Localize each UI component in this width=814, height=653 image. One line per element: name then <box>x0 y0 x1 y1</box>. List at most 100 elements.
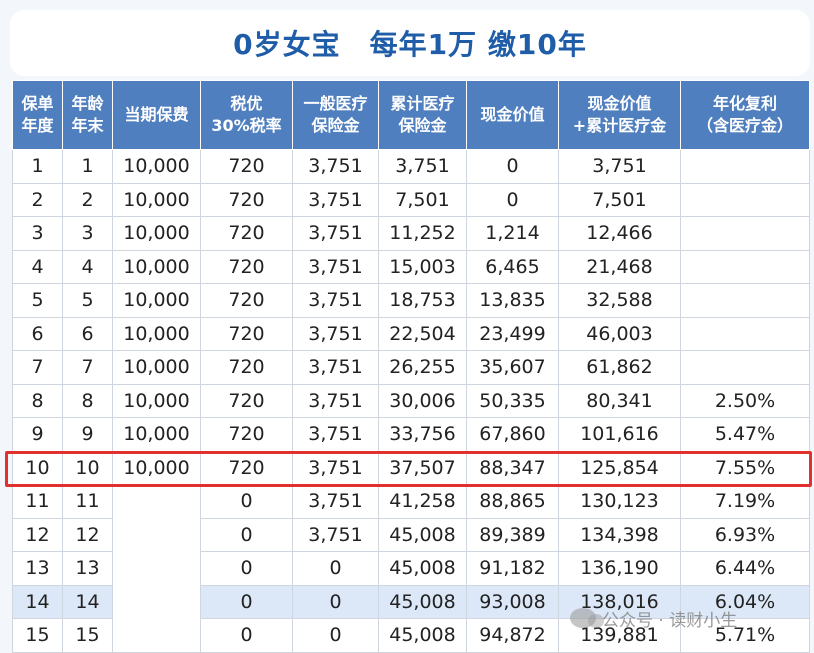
table-cell <box>680 149 810 184</box>
table-cell: 720 <box>200 383 293 418</box>
table-cell: 1 <box>62 149 113 184</box>
table-cell: 4 <box>62 249 113 284</box>
table-row: 11 11 0 3,751 41,258 88,865 130,123 7.19% <box>12 484 810 653</box>
table-cell: 2.50% <box>680 383 810 418</box>
table-cell: 18,753 <box>378 283 467 318</box>
table-cell: 45,008 <box>378 517 467 552</box>
table-cell: 5.47% <box>680 417 810 452</box>
table-cell: 720 <box>200 283 293 318</box>
table-cell: 3,751 <box>292 249 379 284</box>
table-cell: 8 <box>62 383 113 418</box>
table-cell: 30,006 <box>378 383 467 418</box>
table-cell: 3,751 <box>292 450 379 485</box>
header-premium: 当期保费 <box>112 80 201 150</box>
watermark-text: 公众号 · 读财小生 <box>602 610 738 631</box>
table-cell <box>680 283 810 318</box>
table-cell <box>680 249 810 284</box>
table-cell: 5 <box>12 283 63 318</box>
table-cell: 45,008 <box>378 584 467 619</box>
table-cell: 6 <box>12 316 63 351</box>
table-cell: 10,000 <box>112 216 201 251</box>
table-cell: 2 <box>62 182 113 217</box>
table-cell <box>680 316 810 351</box>
table-cell: 0 <box>200 484 293 519</box>
table-cell: 11 <box>12 484 63 519</box>
table-row: 5 5 10,000 720 3,751 18,753 13,835 32,588 <box>12 283 810 318</box>
table-cell: 720 <box>200 249 293 284</box>
table-cell: 10,000 <box>112 350 201 385</box>
table-cell: 3 <box>12 216 63 251</box>
table-cell: 91,182 <box>466 551 559 586</box>
table-cell: 4 <box>12 249 63 284</box>
table-cell: 94,872 <box>466 618 559 653</box>
table-cell: 33,756 <box>378 417 467 452</box>
table-cell: 14 <box>62 584 113 619</box>
table-cell: 15 <box>62 618 113 653</box>
table-cell: 720 <box>200 216 293 251</box>
header-cash-plus-medical: 现金价值 +累计医疗金 <box>558 80 681 150</box>
table-cell: 101,616 <box>558 417 681 452</box>
table-cell: 720 <box>200 182 293 217</box>
header-medical-benefit: 一般医疗 保险金 <box>292 80 379 150</box>
table-row: 4 4 10,000 720 3,751 15,003 6,465 21,468 <box>12 249 810 284</box>
header-age: 年龄 年末 <box>62 80 113 150</box>
table-cell: 67,860 <box>466 417 559 452</box>
table-cell: 125,854 <box>558 450 681 485</box>
table-cell: 0 <box>292 584 379 619</box>
table-cell: 0 <box>200 517 293 552</box>
table-cell: 3,751 <box>292 182 379 217</box>
table-cell: 10,000 <box>112 316 201 351</box>
table-cell: 14 <box>12 584 63 619</box>
table-cell: 720 <box>200 149 293 184</box>
table-cell: 26,255 <box>378 350 467 385</box>
title-banner: 0岁女宝 每年1万 缴10年 <box>10 10 810 76</box>
table-cell: 6 <box>62 316 113 351</box>
table-cell: 0 <box>292 551 379 586</box>
table-cell: 37,507 <box>378 450 467 485</box>
table-cell: 12,466 <box>558 216 681 251</box>
table-cell: 3,751 <box>292 149 379 184</box>
table-cell: 80,341 <box>558 383 681 418</box>
table-cell: 45,008 <box>378 551 467 586</box>
header-cumulative-medical: 累计医疗 保险金 <box>378 80 467 150</box>
table-cell: 46,003 <box>558 316 681 351</box>
table-cell: 5 <box>62 283 113 318</box>
table-cell: 11 <box>62 484 113 519</box>
table-cell: 50,335 <box>466 383 559 418</box>
table-row: 2 2 10,000 720 3,751 7,501 0 7,501 <box>12 182 810 217</box>
table-body: 1 1 10,000 720 3,751 3,751 0 3,751 2 2 10,000 720 3,… <box>12 149 810 653</box>
table-cell <box>680 216 810 251</box>
table-cell: 3,751 <box>292 383 379 418</box>
table-cell: 15,003 <box>378 249 467 284</box>
table-cell: 7 <box>12 350 63 385</box>
table-cell <box>680 350 810 385</box>
table-cell: 134,398 <box>558 517 681 552</box>
table-cell: 89,389 <box>466 517 559 552</box>
table-cell: 7,501 <box>558 182 681 217</box>
table-cell: 3,751 <box>292 216 379 251</box>
table-cell: 6,465 <box>466 249 559 284</box>
table-cell: 61,862 <box>558 350 681 385</box>
table-row: 9 9 10,000 720 3,751 33,756 67,860 101,616 5.47% <box>12 417 810 452</box>
table-cell: 93,008 <box>466 584 559 619</box>
table-cell: 35,607 <box>466 350 559 385</box>
table-cell: 0 <box>466 182 559 217</box>
table-cell: 0 <box>200 618 293 653</box>
table-cell: 10,000 <box>112 450 201 485</box>
table-cell: 32,588 <box>558 283 681 318</box>
table-cell: 88,347 <box>466 450 559 485</box>
header-cash-value: 现金价值 <box>466 80 559 150</box>
table-cell: 12 <box>62 517 113 552</box>
table-cell: 1 <box>12 149 63 184</box>
table-cell: 3,751 <box>558 149 681 184</box>
table-cell: 12 <box>12 517 63 552</box>
table-cell: 130,123 <box>558 484 681 519</box>
table-cell: 10,000 <box>112 182 201 217</box>
table-cell: 9 <box>12 417 63 452</box>
table-cell <box>680 182 810 217</box>
table-cell: 10,000 <box>112 383 201 418</box>
table-cell: 3,751 <box>292 350 379 385</box>
header-tax-benefit: 税优 30%税率 <box>200 80 293 150</box>
table-row: 3 3 10,000 720 3,751 11,252 1,214 12,466 <box>12 216 810 251</box>
table-cell: 15 <box>12 618 63 653</box>
